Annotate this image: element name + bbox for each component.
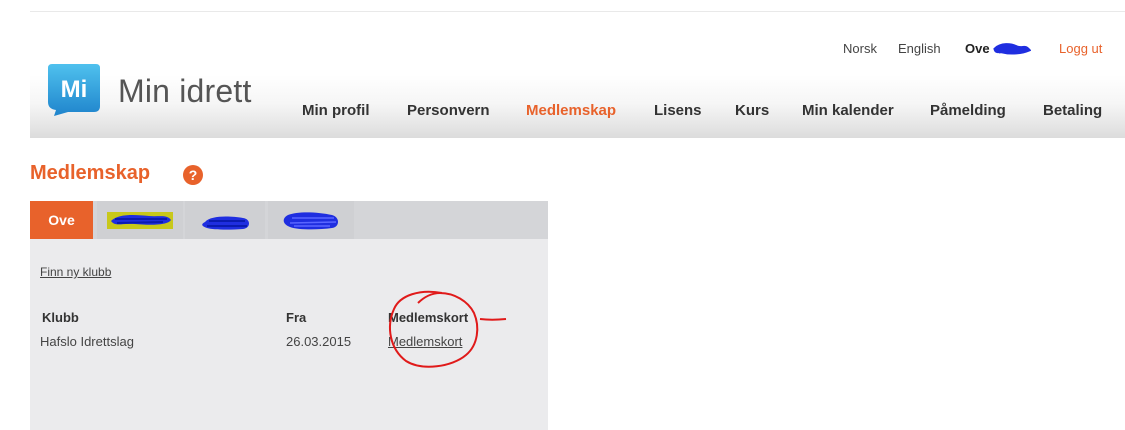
redaction-scribble xyxy=(283,212,338,230)
logout-link[interactable]: Logg ut xyxy=(1059,40,1102,58)
nav-personvern[interactable]: Personvern xyxy=(407,102,490,119)
redaction-scribble xyxy=(202,216,249,230)
nav-lisens[interactable]: Lisens xyxy=(654,102,702,119)
brand-name: Min idrett xyxy=(118,73,252,109)
page-title: Medlemskap xyxy=(30,162,151,184)
logo-text: Mi xyxy=(61,76,88,103)
club-name-cell: Hafslo Idrettslag xyxy=(40,334,134,349)
column-header-klubb: Klubb xyxy=(42,310,79,325)
red-annotation-circle xyxy=(389,290,507,368)
nav-min-kalender[interactable]: Min kalender xyxy=(802,102,894,119)
from-date-cell: 26.03.2015 xyxy=(286,334,352,349)
nav-pamelding[interactable]: Påmelding xyxy=(930,102,1006,119)
redacted-surname-scribble xyxy=(993,43,1031,55)
nav-min-profil[interactable]: Min profil xyxy=(302,102,370,119)
nav-betaling[interactable]: Betaling xyxy=(1043,102,1102,119)
column-header-fra: Fra xyxy=(286,310,307,325)
top-divider xyxy=(30,11,1125,12)
min-idrett-logo[interactable]: Mi xyxy=(46,60,102,116)
nav-medlemskap[interactable]: Medlemskap xyxy=(526,102,616,119)
find-club-link[interactable]: Finn ny klubb xyxy=(40,265,111,279)
tab-member-ove[interactable]: Ove xyxy=(30,201,93,239)
language-english-link[interactable]: English xyxy=(898,40,941,58)
language-norsk-link[interactable]: Norsk xyxy=(843,40,877,58)
tab-member-redacted-1[interactable] xyxy=(97,201,183,239)
redaction-scribble xyxy=(107,212,173,229)
help-icon[interactable]: ? xyxy=(183,165,203,185)
nav-kurs[interactable]: Kurs xyxy=(735,102,769,119)
tab-member-redacted-3[interactable] xyxy=(268,201,354,239)
tab-member-redacted-2[interactable] xyxy=(185,201,265,239)
